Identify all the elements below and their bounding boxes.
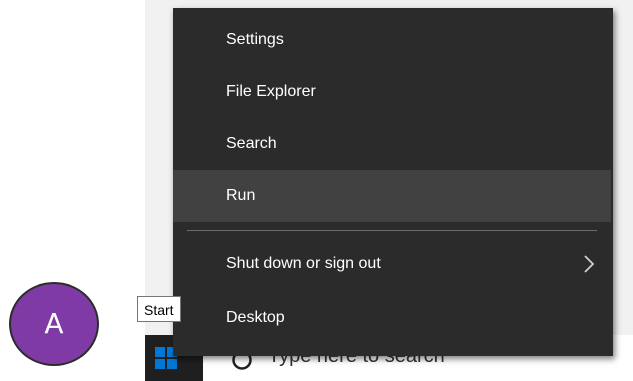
menu-item-search[interactable]: Search (173, 118, 611, 170)
menu-item-shut-down-or-sign-out[interactable]: Shut down or sign out (173, 238, 611, 290)
menu-separator (187, 230, 597, 231)
menu-item-run[interactable]: Run (173, 170, 611, 222)
menu-item-label: Shut down or sign out (226, 255, 381, 272)
menu-item-label: Desktop (226, 309, 285, 326)
menu-item-label: Search (226, 135, 277, 152)
menu-item-label: Settings (226, 31, 284, 48)
menu-item-settings[interactable]: Settings (173, 14, 611, 66)
power-user-menu: Settings File Explorer Search Run Shut d… (173, 8, 613, 356)
menu-item-label: Run (226, 187, 256, 204)
annotation-marker: A (9, 282, 99, 366)
start-tooltip: Start (137, 296, 181, 322)
menu-item-desktop[interactable]: Desktop (173, 292, 611, 344)
menu-item-label: File Explorer (226, 83, 316, 100)
chevron-right-icon (584, 255, 595, 273)
menu-item-file-explorer[interactable]: File Explorer (173, 66, 611, 118)
